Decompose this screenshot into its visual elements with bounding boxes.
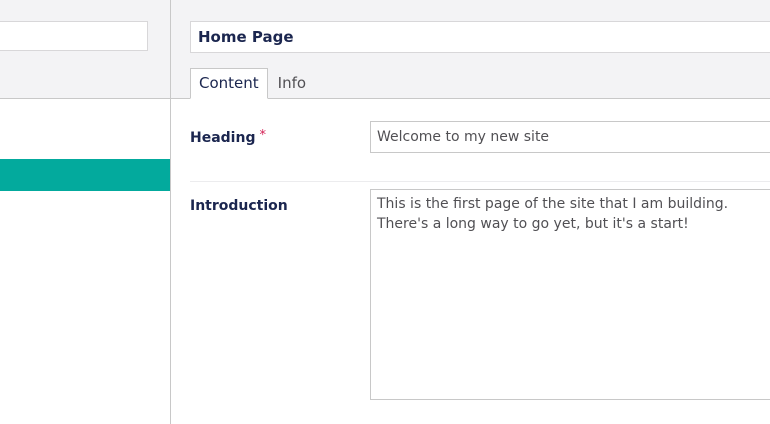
heading-label: Heading * (190, 128, 266, 146)
content-tree-pane (0, 0, 171, 424)
tab-content[interactable]: Content (190, 68, 268, 99)
tab-info[interactable]: Info (268, 69, 312, 99)
editor-header: Content Info (171, 0, 770, 99)
introduction-label: Introduction (190, 198, 288, 214)
introduction-textarea[interactable]: This is the first page of the site that … (370, 189, 770, 400)
tree-item-selected[interactable] (0, 159, 170, 191)
node-name-input[interactable] (190, 21, 770, 53)
tree-header (0, 0, 170, 99)
property-divider (190, 181, 770, 182)
heading-input[interactable] (370, 121, 770, 153)
required-marker: * (259, 128, 266, 143)
editor-pane: Content Info Heading* Introduction This … (171, 0, 770, 424)
editor-tabs: Content Info (190, 68, 312, 99)
tree-search-input[interactable] (0, 21, 148, 51)
